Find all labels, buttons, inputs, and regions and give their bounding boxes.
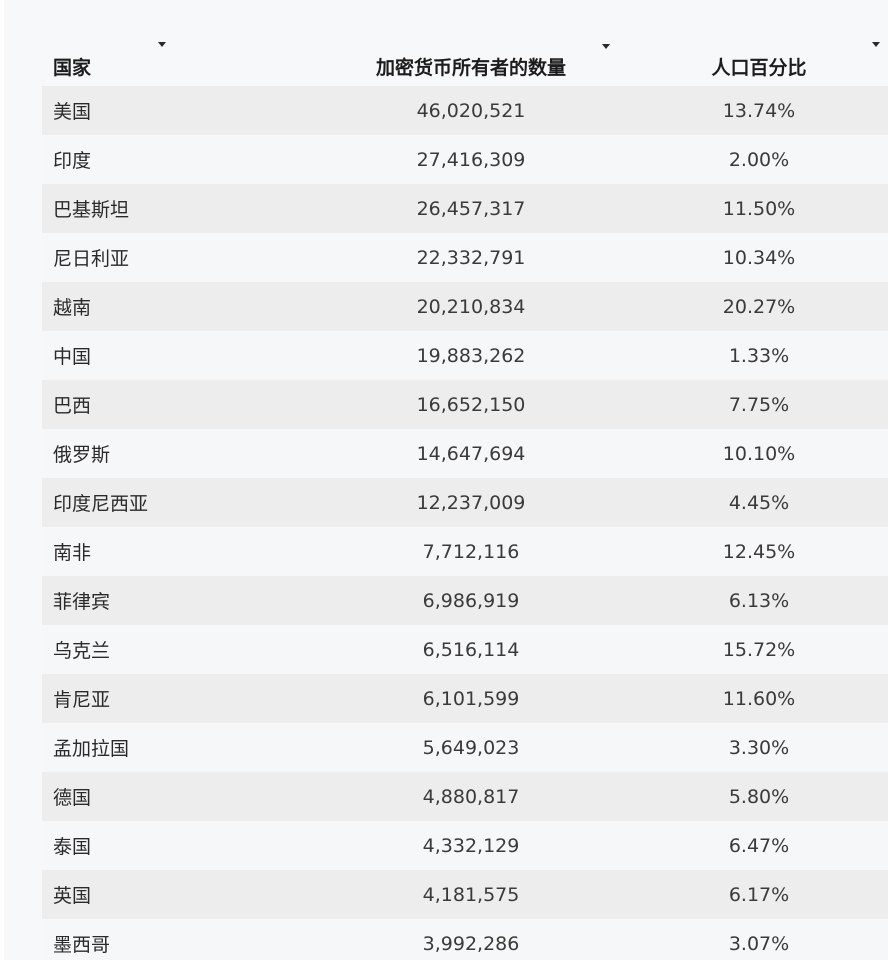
left-edge: [0, 0, 4, 960]
percent-cell: 15.72%: [630, 625, 888, 674]
table-row: 乌克兰 6,516,114 15.72%: [42, 625, 888, 674]
country-cell: 墨西哥: [42, 919, 312, 960]
owners-cell: 6,516,114: [312, 625, 630, 674]
column-header-country[interactable]: 国家: [42, 34, 312, 86]
country-cell: 尼日利亚: [42, 233, 312, 282]
country-cell: 泰国: [42, 821, 312, 870]
table-row: 尼日利亚 22,332,791 10.34%: [42, 233, 888, 282]
table-row: 肯尼亚 6,101,599 11.60%: [42, 674, 888, 723]
percent-cell: 7.75%: [630, 380, 888, 429]
percent-cell: 6.13%: [630, 576, 888, 625]
column-header-owners-label: 加密货币所有者的数量: [375, 57, 566, 79]
country-cell: 南非: [42, 527, 312, 576]
sort-caret-down-icon[interactable]: [872, 42, 880, 47]
owners-cell: 20,210,834: [312, 282, 630, 331]
table-row: 印度 27,416,309 2.00%: [42, 135, 888, 184]
table-body: 美国 46,020,521 13.74% 印度 27,416,309 2.00%…: [42, 86, 888, 960]
header-row: 国家 加密货币所有者的数量 人口百分比: [42, 34, 888, 86]
country-cell: 巴西: [42, 380, 312, 429]
country-cell: 孟加拉国: [42, 723, 312, 772]
sort-caret-down-icon[interactable]: [158, 42, 166, 47]
table-row: 泰国 4,332,129 6.47%: [42, 821, 888, 870]
table-row: 墨西哥 3,992,286 3.07%: [42, 919, 888, 960]
table-row: 美国 46,020,521 13.74%: [42, 86, 888, 135]
country-cell: 美国: [42, 86, 312, 135]
percent-cell: 5.80%: [630, 772, 888, 821]
owners-cell: 12,237,009: [312, 478, 630, 527]
percent-cell: 6.47%: [630, 821, 888, 870]
crypto-owners-table: 国家 加密货币所有者的数量 人口百分比 美国 46,020,521 13.74%: [42, 34, 888, 960]
owners-cell: 26,457,317: [312, 184, 630, 233]
country-cell: 乌克兰: [42, 625, 312, 674]
country-cell: 中国: [42, 331, 312, 380]
column-header-country-label: 国家: [53, 57, 92, 79]
country-cell: 英国: [42, 870, 312, 919]
owners-cell: 3,992,286: [312, 919, 630, 960]
percent-cell: 3.30%: [630, 723, 888, 772]
table-row: 巴基斯坦 26,457,317 11.50%: [42, 184, 888, 233]
table-row: 南非 7,712,116 12.45%: [42, 527, 888, 576]
table-row: 德国 4,880,817 5.80%: [42, 772, 888, 821]
sort-caret-down-icon[interactable]: [602, 44, 610, 49]
owners-cell: 19,883,262: [312, 331, 630, 380]
owners-cell: 27,416,309: [312, 135, 630, 184]
table-row: 孟加拉国 5,649,023 3.30%: [42, 723, 888, 772]
column-header-percent-label: 人口百分比: [711, 57, 807, 79]
owners-cell: 16,652,150: [312, 380, 630, 429]
owners-cell: 22,332,791: [312, 233, 630, 282]
owners-cell: 5,649,023: [312, 723, 630, 772]
country-cell: 印度尼西亚: [42, 478, 312, 527]
owners-cell: 6,101,599: [312, 674, 630, 723]
page: 国家 加密货币所有者的数量 人口百分比 美国 46,020,521 13.74%: [0, 0, 888, 960]
country-cell: 肯尼亚: [42, 674, 312, 723]
owners-cell: 4,332,129: [312, 821, 630, 870]
table-row: 越南 20,210,834 20.27%: [42, 282, 888, 331]
percent-cell: 20.27%: [630, 282, 888, 331]
owners-cell: 14,647,694: [312, 429, 630, 478]
owners-cell: 4,880,817: [312, 772, 630, 821]
owners-cell: 7,712,116: [312, 527, 630, 576]
table-header: 国家 加密货币所有者的数量 人口百分比: [42, 34, 888, 86]
percent-cell: 13.74%: [630, 86, 888, 135]
table-row: 菲律宾 6,986,919 6.13%: [42, 576, 888, 625]
table-row: 印度尼西亚 12,237,009 4.45%: [42, 478, 888, 527]
column-header-owners[interactable]: 加密货币所有者的数量: [312, 34, 630, 86]
country-cell: 俄罗斯: [42, 429, 312, 478]
column-header-percent[interactable]: 人口百分比: [630, 34, 888, 86]
percent-cell: 2.00%: [630, 135, 888, 184]
owners-cell: 46,020,521: [312, 86, 630, 135]
percent-cell: 1.33%: [630, 331, 888, 380]
percent-cell: 6.17%: [630, 870, 888, 919]
country-cell: 巴基斯坦: [42, 184, 312, 233]
country-cell: 德国: [42, 772, 312, 821]
percent-cell: 4.45%: [630, 478, 888, 527]
table-row: 俄罗斯 14,647,694 10.10%: [42, 429, 888, 478]
country-cell: 菲律宾: [42, 576, 312, 625]
table-row: 巴西 16,652,150 7.75%: [42, 380, 888, 429]
percent-cell: 11.50%: [630, 184, 888, 233]
percent-cell: 12.45%: [630, 527, 888, 576]
country-cell: 越南: [42, 282, 312, 331]
percent-cell: 11.60%: [630, 674, 888, 723]
percent-cell: 10.34%: [630, 233, 888, 282]
percent-cell: 10.10%: [630, 429, 888, 478]
percent-cell: 3.07%: [630, 919, 888, 960]
owners-cell: 4,181,575: [312, 870, 630, 919]
country-cell: 印度: [42, 135, 312, 184]
table-row: 英国 4,181,575 6.17%: [42, 870, 888, 919]
table-row: 中国 19,883,262 1.33%: [42, 331, 888, 380]
owners-cell: 6,986,919: [312, 576, 630, 625]
